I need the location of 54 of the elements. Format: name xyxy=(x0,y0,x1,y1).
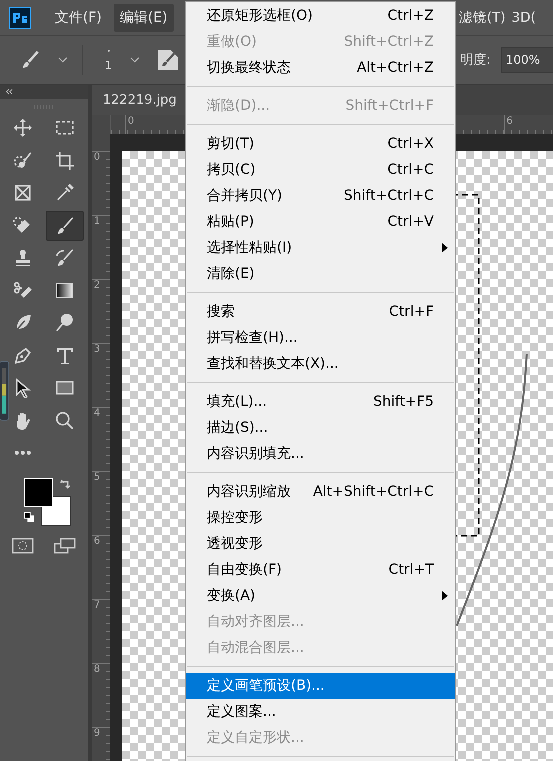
menu-item[interactable]: 还原矩形选框(O) Ctrl+Z xyxy=(186,3,455,29)
brush-icon[interactable] xyxy=(20,50,40,70)
brush-icon[interactable] xyxy=(46,210,84,240)
app-logo-icon xyxy=(9,6,31,28)
menu-item[interactable]: 拷贝(C) Ctrl+C xyxy=(186,157,455,183)
menu-item[interactable]: 描边(S)... xyxy=(186,415,455,441)
ruler-label: 9 xyxy=(93,728,102,739)
menu-title[interactable]: 编辑(E) xyxy=(114,4,174,32)
ruler-label: 0 xyxy=(125,115,134,134)
default-colors-icon[interactable] xyxy=(24,512,35,522)
menu-item[interactable]: 填充(L)... Shift+F5 xyxy=(186,389,455,415)
ruler-label: 3 xyxy=(93,344,102,355)
ruler-label: 4 xyxy=(93,408,102,419)
chevron-down-icon[interactable] xyxy=(130,57,140,63)
menu-item[interactable]: 自由变换(F) Ctrl+T xyxy=(186,557,455,583)
ruler-label: 6 xyxy=(504,115,513,134)
swap-arrows-icon[interactable] xyxy=(60,478,72,490)
menu-item[interactable]: 内容识别缩放 Alt+Shift+Ctrl+C xyxy=(186,479,455,505)
ruler-label: 6 xyxy=(93,536,102,547)
collapse-icon[interactable] xyxy=(6,89,14,95)
menu-item[interactable]: 内容识别填充... xyxy=(186,441,455,467)
menu-title[interactable]: 3D( xyxy=(508,4,540,32)
ruler-label: 7 xyxy=(93,600,102,611)
brush-panel-icon[interactable] xyxy=(158,50,178,70)
menu-item[interactable]: 搜索 Ctrl+F xyxy=(186,299,455,325)
opacity-field[interactable]: 100% xyxy=(501,47,553,73)
color-swatches-icon[interactable] xyxy=(24,478,71,526)
ruler-label: 5 xyxy=(93,472,102,483)
document-tab[interactable]: 122219.jpg xyxy=(92,85,185,115)
ruler-label: 0 xyxy=(93,152,102,163)
brush-tip-icon xyxy=(106,48,110,52)
opacity-label: 明度: xyxy=(460,52,491,69)
chevron-down-icon[interactable] xyxy=(58,57,68,63)
brush-size: 1 xyxy=(105,58,112,72)
menu-item[interactable]: 查找和替换文本(X)... xyxy=(186,351,455,377)
menu-title[interactable]: 文件(F) xyxy=(49,4,108,32)
screen-mode-icon[interactable] xyxy=(54,538,76,554)
menu-item[interactable]: 切换最终状态 Alt+Ctrl+Z xyxy=(186,55,455,81)
ruler-label: 1 xyxy=(93,216,102,227)
menu-item[interactable]: 透视变形 xyxy=(186,531,455,557)
ruler-label: 8 xyxy=(93,664,102,675)
menu-item[interactable]: 定义图案... xyxy=(186,699,455,725)
menu-item[interactable]: 变换(A) xyxy=(186,583,455,609)
menu-item[interactable]: 拼写检查(H)... xyxy=(186,325,455,351)
menu-item[interactable]: 剪切(T) Ctrl+X xyxy=(186,131,455,157)
menu-item[interactable]: 选择性粘贴(I) xyxy=(186,235,455,261)
quick-mask-icon[interactable] xyxy=(12,538,34,554)
menu-item[interactable]: 定义画笔预设(B)... xyxy=(186,673,455,699)
menu-item[interactable]: 合并拷贝(Y) Shift+Ctrl+C xyxy=(186,183,455,209)
menu-item[interactable]: 粘贴(P) Ctrl+V xyxy=(186,209,455,235)
ruler-label: 2 xyxy=(93,280,102,291)
menu-item[interactable]: 操控变形 xyxy=(186,505,455,531)
menu-title[interactable]: 滤镜(T) xyxy=(456,4,509,32)
menu-item[interactable]: 清除(E) xyxy=(186,261,455,287)
